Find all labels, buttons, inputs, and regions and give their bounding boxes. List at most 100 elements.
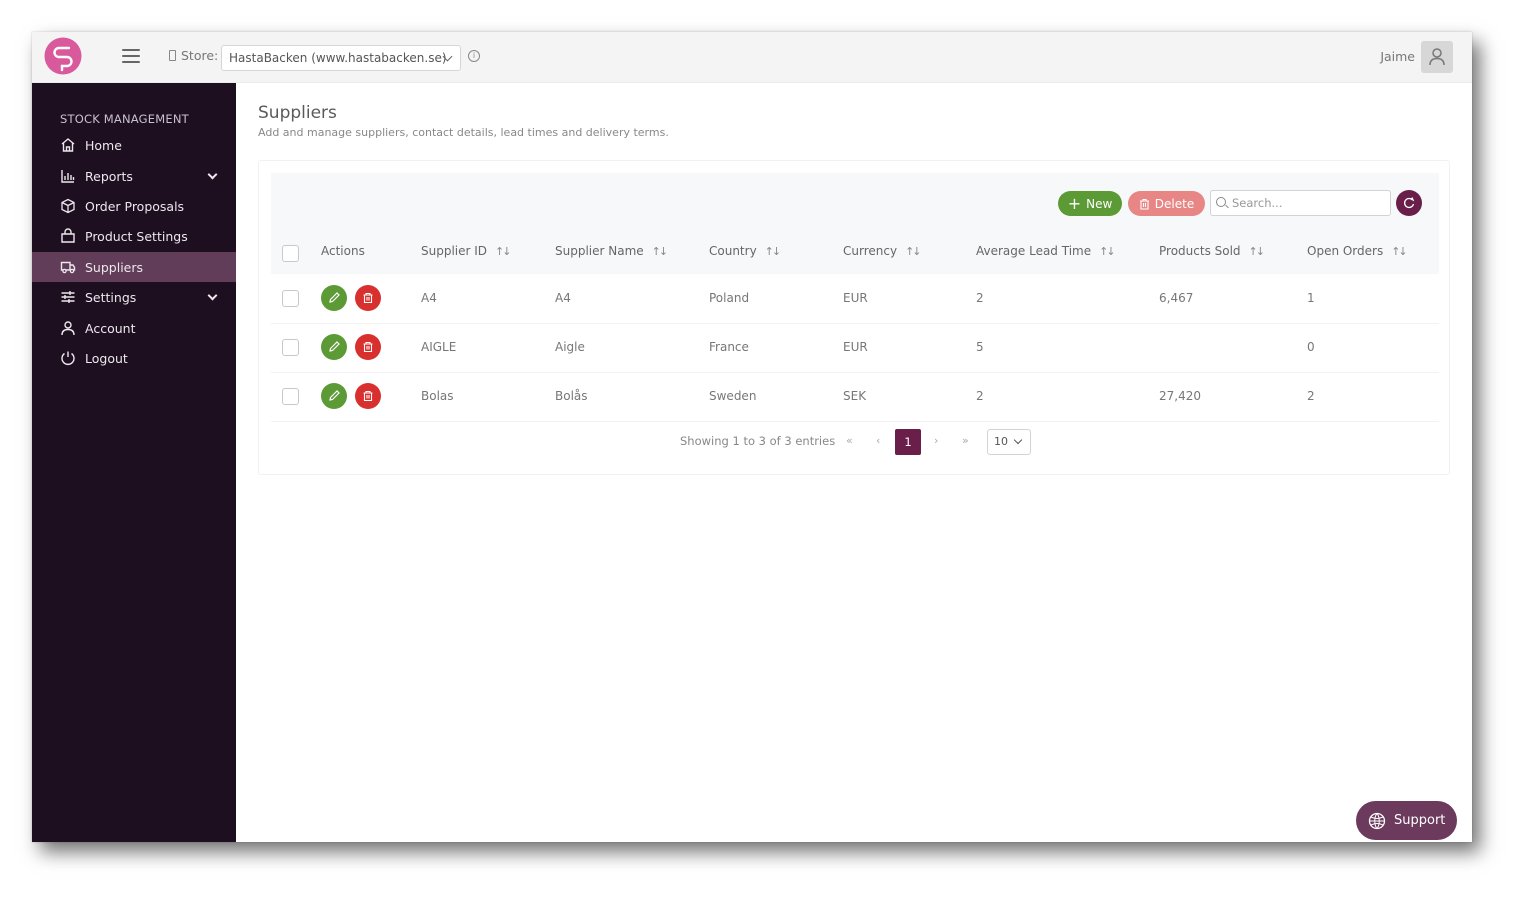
cell-supplier-name: A4 (555, 291, 571, 305)
home-icon (60, 137, 76, 153)
row-checkbox[interactable] (282, 290, 299, 307)
cell-open-orders: 0 (1307, 340, 1315, 354)
sidebar-item-label: Settings (85, 290, 136, 305)
refresh-icon (1396, 190, 1422, 216)
select-all-checkbox[interactable] (282, 245, 299, 262)
info-icon[interactable]: i (468, 50, 480, 62)
search-input[interactable] (1232, 194, 1387, 212)
new-button[interactable]: + New (1058, 191, 1122, 216)
table-header-area (271, 173, 1439, 274)
bar-chart-icon (60, 168, 76, 184)
next-page-button[interactable]: › (934, 434, 938, 447)
page-size-value: 10 (994, 435, 1008, 448)
logo-icon[interactable] (44, 37, 82, 75)
chevron-down-icon (208, 291, 218, 301)
sort-icon[interactable]: ↑↓ (652, 245, 666, 258)
chevron-down-icon (1014, 436, 1022, 444)
cell-country: France (709, 340, 749, 354)
user-name[interactable]: Jaime (1380, 49, 1415, 64)
cell-average-lead-time: 2 (976, 389, 984, 403)
page-size-select[interactable]: 10 (987, 429, 1031, 455)
cell-currency: EUR (843, 340, 868, 354)
cell-supplier-id: AIGLE (421, 340, 456, 354)
row-delete-button[interactable] (355, 285, 381, 311)
column-header-average-lead-time[interactable]: Average Lead Time ↑↓ (976, 244, 1114, 258)
menu-toggle-button[interactable] (122, 49, 140, 63)
edit-button[interactable] (321, 285, 347, 311)
row-checkbox[interactable] (282, 388, 299, 405)
shopping-bag-icon (60, 228, 76, 244)
main-content: Suppliers Add and manage suppliers, cont… (236, 83, 1472, 842)
edit-button[interactable] (321, 383, 347, 409)
cell-supplier-id: Bolas (421, 389, 454, 403)
sidebar-item-suppliers[interactable]: Suppliers (32, 252, 236, 282)
column-header-products-sold[interactable]: Products Sold ↑↓ (1159, 244, 1263, 258)
cell-supplier-name: Bolås (555, 389, 588, 403)
app-window: Store: HastaBacken (www.hastabacken.se) … (32, 32, 1472, 842)
sort-icon[interactable]: ↑↓ (765, 245, 779, 258)
column-header-label: Average Lead Time (976, 244, 1091, 258)
page-button-current[interactable]: 1 (895, 429, 921, 455)
sidebar: STOCK MANAGEMENT Home Reports Order Prop… (32, 83, 236, 842)
sidebar-item-logout[interactable]: Logout (32, 343, 236, 373)
column-header-country[interactable]: Country ↑↓ (709, 244, 779, 258)
column-header-currency[interactable]: Currency↑↓ (843, 244, 920, 258)
power-icon (60, 350, 76, 366)
sidebar-item-label: Order Proposals (85, 199, 184, 214)
prev-page-button[interactable]: ‹ (876, 434, 880, 447)
row-delete-button[interactable] (355, 334, 381, 360)
page-title: Suppliers (258, 103, 337, 123)
store-select[interactable]: HastaBacken (www.hastabacken.se) (221, 45, 461, 71)
cell-country: Poland (709, 291, 749, 305)
sidebar-item-home[interactable]: Home (32, 130, 236, 160)
row-delete-button[interactable] (355, 383, 381, 409)
column-header-label: Products Sold (1159, 244, 1241, 258)
column-header-label: Supplier Name (555, 244, 644, 258)
sort-icon[interactable]: ↑↓ (1099, 245, 1113, 258)
refresh-button[interactable] (1396, 190, 1422, 216)
page-subtitle: Add and manage suppliers, contact detail… (258, 126, 669, 139)
support-button[interactable]: Support (1356, 801, 1457, 840)
trash-icon (355, 383, 381, 409)
sort-icon[interactable]: ↑↓ (1249, 245, 1263, 258)
sidebar-item-account[interactable]: Account (32, 313, 236, 343)
building-icon (169, 50, 176, 61)
column-header-label: Actions (321, 244, 365, 258)
column-header-label: Supplier ID (421, 244, 487, 258)
avatar[interactable] (1421, 41, 1453, 73)
last-page-button[interactable]: » (962, 434, 969, 447)
sort-icon[interactable]: ↑↓ (905, 245, 919, 258)
delete-button[interactable]: Delete (1128, 191, 1205, 216)
sidebar-section-title: STOCK MANAGEMENT (60, 112, 189, 126)
sidebar-item-order-proposals[interactable]: Order Proposals (32, 191, 236, 221)
sort-icon[interactable]: ↑↓ (495, 245, 509, 258)
user-icon (1421, 41, 1453, 73)
column-header-supplier-id[interactable]: Supplier ID ↑↓ (421, 244, 509, 258)
cell-open-orders: 1 (1307, 291, 1315, 305)
column-header-open-orders[interactable]: Open Orders ↑↓ (1307, 244, 1406, 258)
sidebar-item-settings[interactable]: Settings (32, 282, 236, 312)
pencil-icon (321, 383, 347, 409)
sidebar-item-product-settings[interactable]: Product Settings (32, 221, 236, 251)
new-button-label: New (1086, 197, 1112, 211)
plus-icon: + (1068, 196, 1081, 212)
column-header-actions: Actions (321, 244, 365, 258)
sidebar-item-label: Reports (85, 169, 133, 184)
sidebar-item-label: Suppliers (85, 260, 143, 275)
column-header-label: Country (709, 244, 757, 258)
cell-country: Sweden (709, 389, 756, 403)
column-header-supplier-name[interactable]: Supplier Name ↑↓ (555, 244, 666, 258)
cell-average-lead-time: 2 (976, 291, 984, 305)
column-header-label: Open Orders (1307, 244, 1383, 258)
user-icon (60, 320, 76, 336)
cell-open-orders: 2 (1307, 389, 1315, 403)
sort-icon[interactable]: ↑↓ (1391, 245, 1405, 258)
sidebar-item-reports[interactable]: Reports (32, 161, 236, 191)
row-checkbox[interactable] (282, 339, 299, 356)
row-divider (271, 421, 1439, 422)
first-page-button[interactable]: « (846, 434, 853, 447)
trash-icon (1139, 198, 1150, 210)
chevron-down-icon (208, 170, 218, 180)
edit-button[interactable] (321, 334, 347, 360)
sliders-icon (60, 289, 76, 305)
